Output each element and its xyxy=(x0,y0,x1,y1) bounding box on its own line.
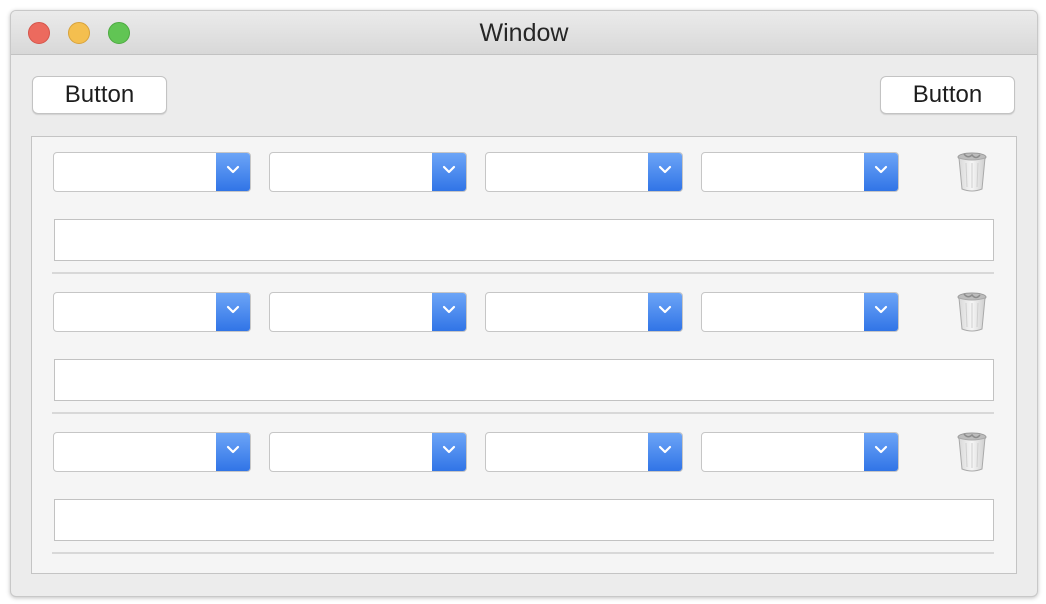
row-separator xyxy=(52,552,994,554)
popup-button[interactable] xyxy=(701,432,899,472)
row-separator xyxy=(52,412,994,414)
chevron-down-icon[interactable] xyxy=(216,293,250,331)
title-bar[interactable]: Window xyxy=(11,11,1037,55)
chevron-down-icon[interactable] xyxy=(864,433,898,471)
popup-button[interactable] xyxy=(485,152,683,192)
chevron-down-icon[interactable] xyxy=(216,153,250,191)
trash-icon[interactable] xyxy=(954,431,990,473)
app-window: Window Button Button xyxy=(10,10,1038,597)
chevron-down-icon[interactable] xyxy=(216,433,250,471)
rule-row xyxy=(32,417,1016,557)
left-button[interactable]: Button xyxy=(32,76,167,114)
window-title: Window xyxy=(479,19,569,47)
text-field[interactable] xyxy=(54,499,994,541)
chevron-down-icon[interactable] xyxy=(648,153,682,191)
chevron-down-icon[interactable] xyxy=(864,153,898,191)
trash-icon[interactable] xyxy=(954,151,990,193)
chevron-down-icon[interactable] xyxy=(432,293,466,331)
popup-button[interactable] xyxy=(701,292,899,332)
text-field[interactable] xyxy=(54,359,994,401)
popup-button[interactable] xyxy=(53,432,251,472)
chevron-down-icon[interactable] xyxy=(648,293,682,331)
popup-button[interactable] xyxy=(269,432,467,472)
row-separator xyxy=(52,272,994,274)
popup-button[interactable] xyxy=(269,292,467,332)
trash-icon[interactable] xyxy=(954,291,990,333)
popup-button[interactable] xyxy=(701,152,899,192)
right-button[interactable]: Button xyxy=(880,76,1015,114)
chevron-down-icon[interactable] xyxy=(432,153,466,191)
popup-button[interactable] xyxy=(485,432,683,472)
popup-button[interactable] xyxy=(269,152,467,192)
text-field[interactable] xyxy=(54,219,994,261)
popup-button[interactable] xyxy=(53,152,251,192)
rows-container xyxy=(31,136,1017,574)
rule-row xyxy=(32,137,1016,277)
popup-button[interactable] xyxy=(53,292,251,332)
popup-button[interactable] xyxy=(485,292,683,332)
chevron-down-icon[interactable] xyxy=(648,433,682,471)
chevron-down-icon[interactable] xyxy=(864,293,898,331)
chevron-down-icon[interactable] xyxy=(432,433,466,471)
rule-row xyxy=(32,277,1016,417)
